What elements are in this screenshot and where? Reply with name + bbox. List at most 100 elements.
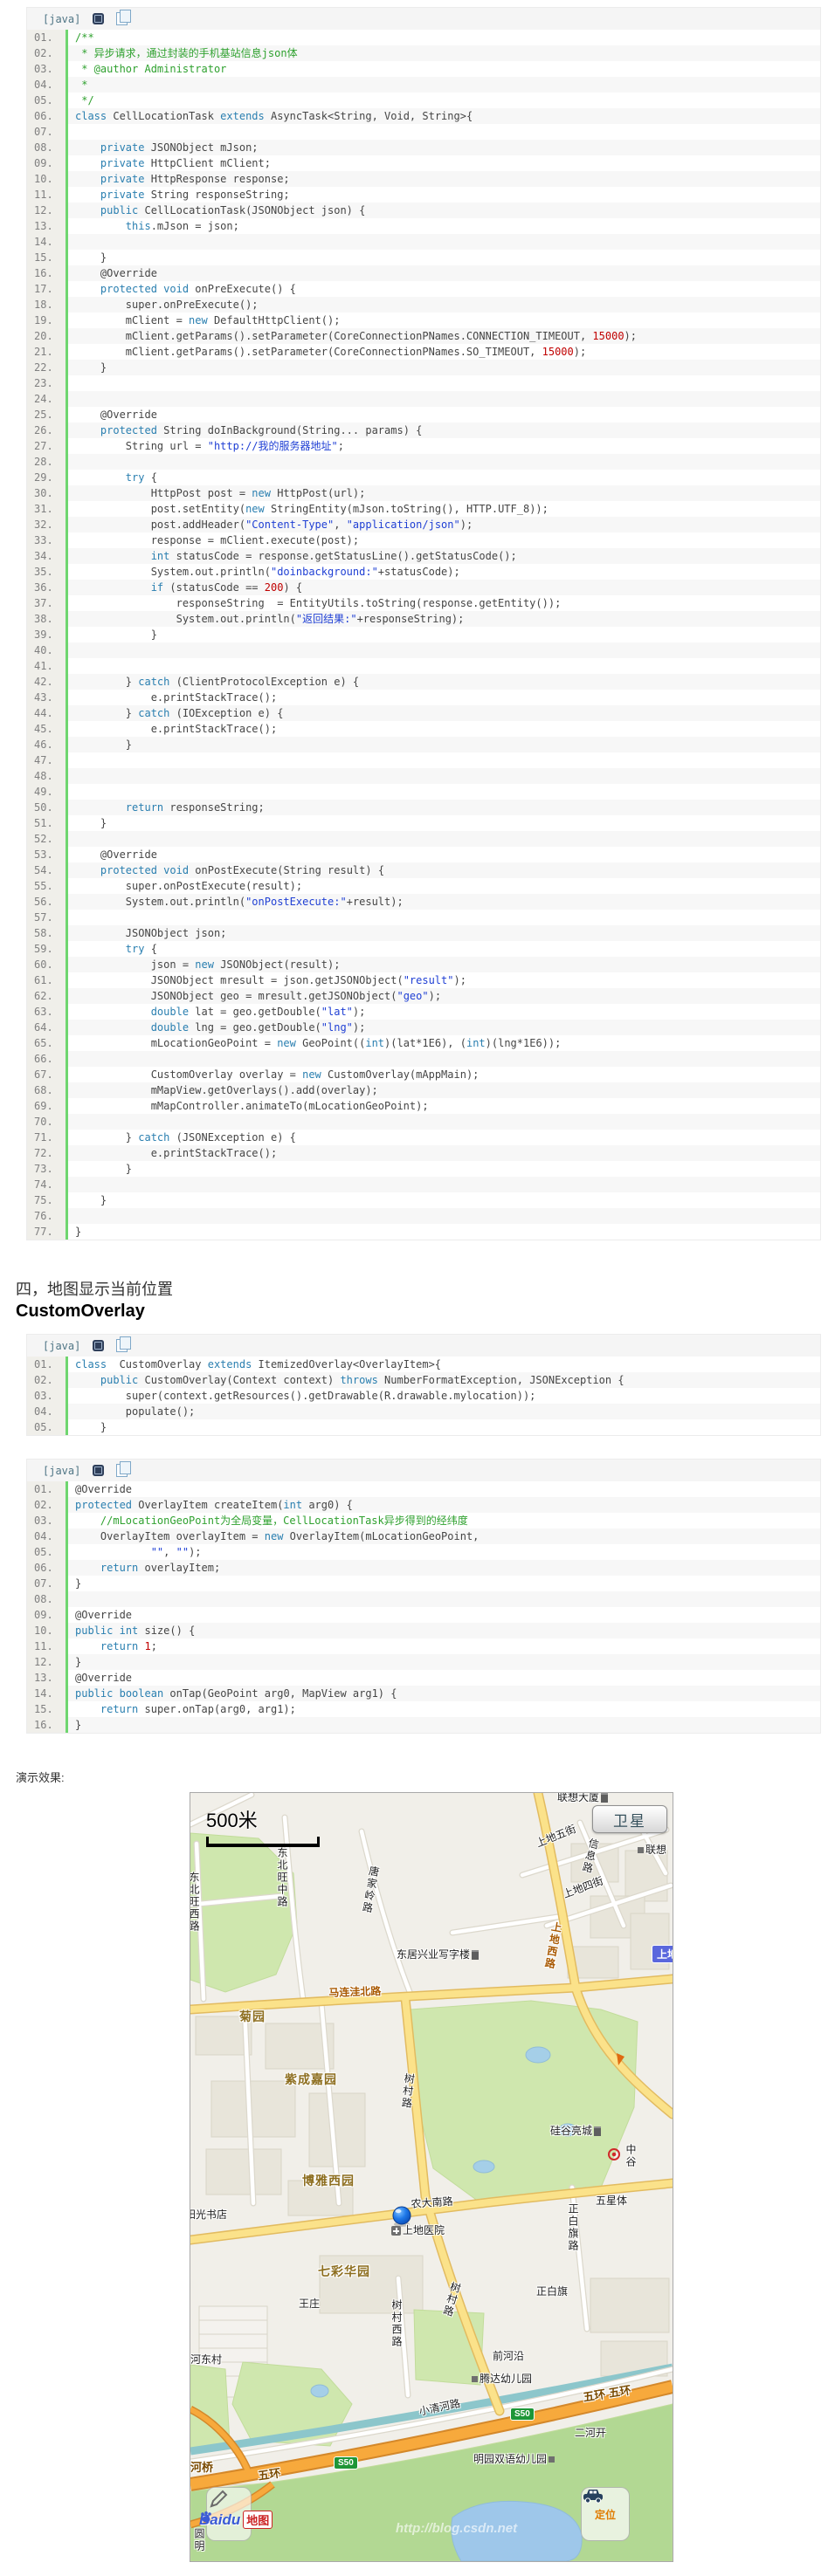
- line-number: 09.: [27, 155, 68, 171]
- line-number: 18.: [27, 297, 68, 313]
- view-source-icon[interactable]: [93, 1465, 104, 1476]
- copy-icon[interactable]: [116, 12, 128, 25]
- map-label: 上地西路: [542, 1920, 564, 1971]
- line-number: 10.: [27, 1623, 68, 1638]
- code-text: }: [68, 1224, 820, 1240]
- line-number: 09.: [27, 1607, 68, 1623]
- line-number: 13.: [27, 218, 68, 234]
- code-line: 13. this.mJson = json;: [27, 218, 820, 234]
- line-number: 42.: [27, 674, 68, 690]
- line-number: 71.: [27, 1130, 68, 1145]
- code-line: 08.: [27, 1591, 820, 1607]
- code-line: 05. */: [27, 93, 820, 108]
- code-text: }: [68, 360, 820, 375]
- code-line: 53. @Override: [27, 847, 820, 862]
- line-number: 08.: [27, 1591, 68, 1607]
- satellite-toggle-button[interactable]: 卫星: [592, 1805, 667, 1833]
- code-text: mLocationGeoPoint = new GeoPoint((int)(l…: [68, 1035, 820, 1051]
- code-line: 57.: [27, 910, 820, 925]
- code-line: 29. try {: [27, 470, 820, 485]
- line-number: 68.: [27, 1082, 68, 1098]
- pencil-icon: [207, 2488, 230, 2511]
- line-number: 03.: [27, 1388, 68, 1404]
- code-text: mClient = new DefaultHttpClient();: [68, 313, 820, 328]
- line-number: 03.: [27, 61, 68, 77]
- code-text: mMapController.animateTo(mLocationGeoPoi…: [68, 1098, 820, 1114]
- code-text: class CustomOverlay extends ItemizedOver…: [68, 1357, 820, 1372]
- map-labels-layer: 东北旺中路东北旺西路唐家岭路上地五街信息路上地四街树村西路树村路树村路正白旗路小…: [190, 1793, 673, 2561]
- line-number: 26.: [27, 422, 68, 438]
- code-text: protected void onPreExecute() {: [68, 281, 820, 297]
- line-number: 11.: [27, 187, 68, 203]
- code-line: 14.: [27, 234, 820, 250]
- building-icon: [594, 2126, 601, 2136]
- code-text: System.out.println("onPostExecute:"+resu…: [68, 894, 820, 910]
- map-label: S50: [510, 2408, 535, 2421]
- map-icon: [606, 2147, 622, 2160]
- code-line: 51. }: [27, 815, 820, 831]
- code-line: 64. double lng = geo.getDouble("lng");: [27, 1020, 820, 1035]
- code-line: 49.: [27, 784, 820, 800]
- map-label: 河桥: [190, 2458, 213, 2475]
- view-source-icon[interactable]: [93, 1340, 104, 1351]
- line-number: 15.: [27, 1701, 68, 1717]
- code-text: @Override: [68, 407, 820, 422]
- map-label: 上地五街: [534, 1821, 578, 1851]
- copy-icon[interactable]: [116, 1339, 128, 1352]
- map-label: 五环: [257, 2463, 281, 2483]
- line-number: 75.: [27, 1192, 68, 1208]
- locate-button[interactable]: 定位: [581, 2487, 630, 2541]
- code-line: 66.: [27, 1051, 820, 1067]
- code-text: if (statusCode == 200) {: [68, 580, 820, 595]
- view-source-icon[interactable]: [93, 13, 104, 24]
- section-heading-cn: 四，地图显示当前位置: [16, 1277, 821, 1300]
- code-body: 01.@Override02.protected OverlayItem cre…: [27, 1481, 820, 1733]
- code-line: 03. super(context.getResources().getDraw…: [27, 1388, 820, 1404]
- code-text: System.out.println("返回结果:"+responseStrin…: [68, 611, 820, 627]
- code-block-1: [java] 01./**02. * 异步请求，通过封装的手机基站信息json体…: [26, 7, 821, 1240]
- code-text: populate();: [68, 1404, 820, 1419]
- map-label: 正白旗: [536, 2284, 568, 2298]
- code-line: 36. if (statusCode == 200) {: [27, 580, 820, 595]
- code-line: 45. e.printStackTrace();: [27, 721, 820, 737]
- code-text: }: [68, 1419, 820, 1435]
- line-number: 14.: [27, 234, 68, 250]
- code-block-header: [java]: [27, 8, 820, 30]
- line-number: 04.: [27, 1528, 68, 1544]
- code-text: *: [68, 77, 820, 93]
- line-number: 02.: [27, 1497, 68, 1513]
- code-text: super.onPostExecute(result);: [68, 878, 820, 894]
- code-line: 55. super.onPostExecute(result);: [27, 878, 820, 894]
- line-number: 69.: [27, 1098, 68, 1114]
- code-text: post.setEntity(new StringEntity(mJson.to…: [68, 501, 820, 517]
- code-line: 09.@Override: [27, 1607, 820, 1623]
- code-text: protected String doInBackground(String..…: [68, 422, 820, 438]
- code-line: 19. mClient = new DefaultHttpClient();: [27, 313, 820, 328]
- map-label: 王庄: [299, 2296, 320, 2311]
- code-text: e.printStackTrace();: [68, 690, 820, 705]
- code-line: 73. }: [27, 1161, 820, 1177]
- map-label: 树村路: [399, 2072, 417, 2111]
- code-text: */: [68, 93, 820, 108]
- code-text: return 1;: [68, 1638, 820, 1654]
- line-number: 60.: [27, 957, 68, 972]
- line-number: 40.: [27, 642, 68, 658]
- code-text: [68, 1177, 820, 1192]
- copy-icon[interactable]: [116, 1464, 128, 1477]
- map-image[interactable]: 东北旺中路东北旺西路唐家岭路上地五街信息路上地四街树村西路树村路树村路正白旗路小…: [190, 1792, 673, 2562]
- line-number: 05.: [27, 93, 68, 108]
- code-text: double lng = geo.getDouble("lng");: [68, 1020, 820, 1035]
- line-number: 15.: [27, 250, 68, 265]
- code-line: 07.: [27, 124, 820, 140]
- line-number: 45.: [27, 721, 68, 737]
- line-number: 19.: [27, 313, 68, 328]
- code-line: 35. System.out.println("doinbackground:"…: [27, 564, 820, 580]
- code-text: @Override: [68, 265, 820, 281]
- line-number: 14.: [27, 1686, 68, 1701]
- map-label: 农大南路: [411, 2194, 453, 2211]
- code-line: 43. e.printStackTrace();: [27, 690, 820, 705]
- code-line: 18. super.onPreExecute();: [27, 297, 820, 313]
- code-text: CustomOverlay overlay = new CustomOverla…: [68, 1067, 820, 1082]
- code-line: 42. } catch (ClientProtocolException e) …: [27, 674, 820, 690]
- map-label: 五环 五环: [582, 2380, 632, 2404]
